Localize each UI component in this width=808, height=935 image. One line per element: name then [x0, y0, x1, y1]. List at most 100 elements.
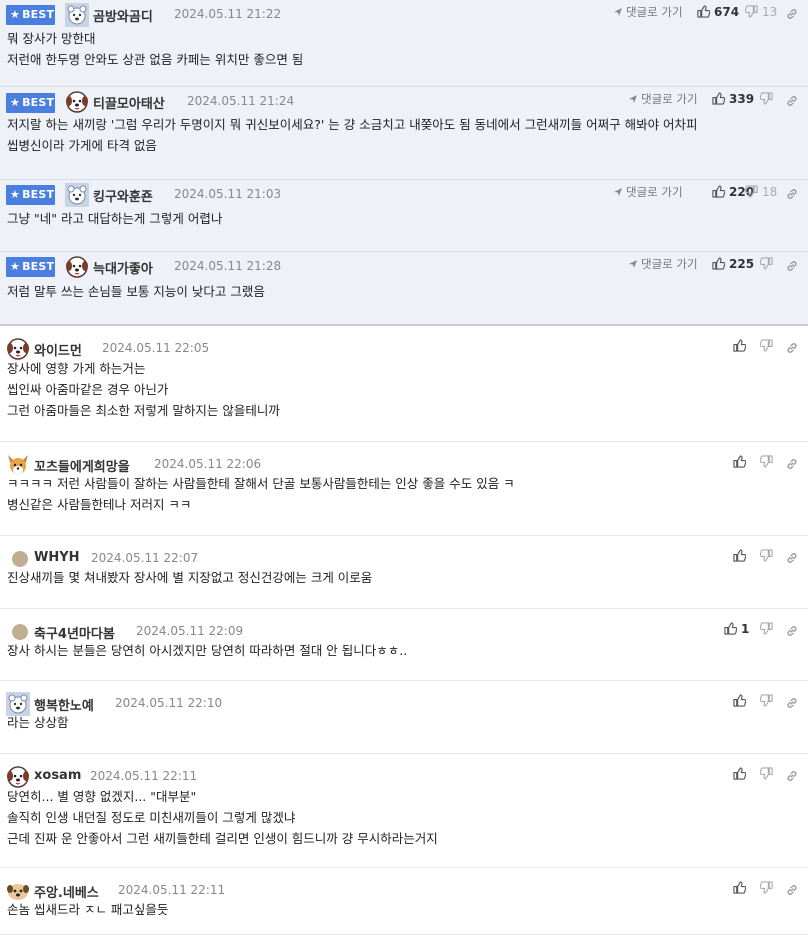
downvote-button[interactable] [759, 767, 773, 781]
comment-line: 손놈 씹새드라 ㅈㄴ 패고싶을듯 [7, 902, 169, 917]
comment-date: 2024.05.11 21:22 [174, 7, 282, 21]
comment-body: 라는 상상함 [7, 712, 68, 733]
comment-date: 2024.05.11 21:03 [174, 187, 282, 201]
comment-line: 그냥 "네" 라고 대답하는게 그렇게 어렵나 [7, 211, 223, 226]
link-icon[interactable] [785, 258, 799, 272]
best-badge: ★ BEST [6, 93, 55, 113]
upvote-button[interactable]: 225 [712, 257, 754, 271]
comment-line: 저럼 말투 쓰는 손님들 보통 지능이 낮다고 그랬음 [7, 284, 265, 299]
reply-link[interactable]: 댓글로 가기 [628, 256, 698, 272]
bear-avatar[interactable] [65, 3, 89, 27]
comment-line: 저지랄 하는 새끼랑 '그럼 우리가 두명이지 뭐 귀신보이세요?' 는 걍 소… [7, 117, 698, 132]
downvote-button[interactable] [759, 549, 773, 563]
downvote-button[interactable] [759, 339, 773, 353]
downvote-button[interactable]: 18 [744, 185, 778, 199]
upvote-button[interactable] [733, 694, 750, 708]
author-nickname[interactable]: 늑대가좋아 [93, 258, 153, 277]
comment-body: 진상새끼들 몇 쳐내봤자 장사에 별 지장없고 정신건강에는 크게 이로움 [7, 567, 372, 588]
comment: 와이드먼 2024.05.11 22:05 장사에 영향 가게 하는거는씹인싸 아줌… [0, 326, 808, 442]
dog-avatar[interactable] [65, 90, 89, 114]
comment: 행복한노예 2024.05.11 22:10 라는 상상함 [0, 681, 808, 754]
comment-date: 2024.05.11 22:09 [136, 624, 244, 638]
best-badge: ★ BEST [6, 5, 55, 25]
comment-body: 당연히... 별 영향 없겠지... "대부분" 솔직히 인생 내던질 정도로 미… [7, 786, 438, 849]
star-icon: ★ [10, 96, 21, 109]
downvote-button[interactable] [759, 881, 773, 895]
comment: 꼬츠들에게희망을 2024.05.11 22:06 ㅋㅋㅋㅋ 저런 사람들이 잘하는… [0, 442, 808, 536]
downvote-button[interactable] [759, 622, 773, 636]
comment-line: 씹병신이라 가게에 타격 없음 [7, 138, 157, 153]
upvote-count: 339 [729, 92, 755, 106]
star-icon: ★ [10, 8, 21, 21]
upvote-button[interactable] [733, 881, 750, 895]
downvote-button[interactable] [759, 694, 773, 708]
upvote-count: 1 [741, 622, 750, 636]
author-nickname[interactable]: 와이드먼 [34, 340, 82, 359]
comment-line: 장사에 영향 가게 하는거는 [7, 361, 146, 376]
star-icon: ★ [10, 188, 21, 201]
comment-body: 장사에 영향 가게 하는거는 씹인싸 아줌마같은 경우 아닌가 그런 아줌마들은 최… [7, 358, 280, 421]
dog-avatar[interactable] [65, 255, 89, 279]
comment-date: 2024.05.11 22:06 [154, 457, 262, 471]
link-icon[interactable] [785, 93, 799, 107]
author-nickname[interactable]: WHYH [34, 550, 80, 565]
comment-line: 저런애 한두명 안와도 상관 없음 카페는 위치만 좋으면 됨 [7, 52, 304, 67]
reply-link[interactable]: 댓글로 가기 [613, 4, 683, 20]
comment-date: 2024.05.11 22:07 [91, 551, 199, 565]
upvote-count: 674 [714, 5, 740, 19]
star-icon: ★ [10, 260, 21, 273]
link-icon[interactable] [785, 6, 799, 20]
best-badge: ★ BEST [6, 185, 55, 205]
upvote-button[interactable] [733, 767, 750, 781]
comment-body: ㅋㅋㅋㅋ 저런 사람들이 잘하는 사람들한테 잘해서 단골 보통사람들한테는 인… [7, 473, 515, 515]
comment-body: 손놈 씹새드라 ㅈㄴ 패고싶을듯 [7, 899, 168, 920]
downvote-button[interactable] [759, 455, 773, 469]
link-icon[interactable] [785, 456, 799, 470]
downvote-count: 18 [762, 185, 778, 199]
author-nickname[interactable]: 킹구와훈죤 [93, 186, 153, 205]
link-icon[interactable] [785, 623, 799, 637]
comment-line: 장사 하시는 분들은 당연히 아시겠지만 당연히 따라하면 절대 안 됩니다ㅎㅎ… [7, 643, 408, 658]
comment-date: 2024.05.11 22:05 [102, 341, 210, 355]
author-nickname[interactable]: 곰방와곰디 [93, 6, 153, 25]
comment: xosam 2024.05.11 22:11 당연히... 별 영향 없겠지... … [0, 754, 808, 868]
downvote-button[interactable] [759, 257, 777, 271]
comment-body: 장사 하시는 분들은 당연히 아시겠지만 당연히 따라하면 절대 안 됩니다ㅎㅎ… [7, 640, 407, 661]
comment-line: 근데 진짜 운 안좋아서 그런 새끼들한테 걸리면 인생이 힘드니까 걍 무시하… [7, 831, 438, 846]
comment-line: 라는 상상함 [7, 715, 69, 730]
best-badge: ★ BEST [6, 257, 55, 277]
comment-date: 2024.05.11 22:11 [118, 883, 226, 897]
upvote-button[interactable] [733, 455, 750, 469]
comment-body: 저지랄 하는 새끼랑 '그럼 우리가 두명이지 뭐 귀신보이세요?' 는 걍 소… [7, 114, 698, 156]
link-icon[interactable] [785, 768, 799, 782]
comment-date: 2024.05.11 21:24 [187, 94, 295, 108]
link-icon[interactable] [785, 550, 799, 564]
best-comment: ★ BEST 곰방와곰디 2024.05.11 21:22 댓글로 가기 674 13 뭐 장… [0, 0, 808, 87]
comment-line: ㅋㅋㅋㅋ 저런 사람들이 잘하는 사람들한테 잘해서 단골 보통사람들한테는 인… [7, 476, 515, 491]
link-icon[interactable] [785, 186, 799, 200]
comment-line: 당연히... 별 영향 없겠지... "대부분" [7, 789, 197, 804]
upvote-button[interactable] [733, 339, 750, 353]
comment-body: 그냥 "네" 라고 대답하는게 그렇게 어렵나 [7, 208, 222, 229]
link-icon[interactable] [785, 695, 799, 709]
upvote-button[interactable]: 674 [697, 5, 739, 19]
link-icon[interactable] [785, 882, 799, 896]
comment: 주앙.네베스 2024.05.11 22:11 손놈 씹새드라 ㅈㄴ 패고싶을듯 [0, 868, 808, 935]
comment-body: 뭐 장사가 망한대 저런애 한두명 안와도 상관 없음 카페는 위치만 좋으면 됨 [7, 28, 303, 70]
reply-link[interactable]: 댓글로 가기 [613, 184, 683, 200]
comment-date: 2024.05.11 22:10 [115, 696, 223, 710]
downvote-count: 13 [762, 5, 778, 19]
upvote-button[interactable]: 1 [724, 622, 749, 636]
link-icon[interactable] [785, 340, 799, 354]
author-nickname[interactable]: xosam [34, 768, 81, 783]
downvote-button[interactable]: 13 [744, 5, 778, 19]
reply-link[interactable]: 댓글로 가기 [628, 91, 698, 107]
best-comment: ★ BEST 늑대가좋아 2024.05.11 21:28 댓글로 가기 225 저럼 말투… [0, 252, 808, 326]
comment-date: 2024.05.11 21:28 [174, 259, 282, 273]
bear-avatar[interactable] [65, 183, 89, 207]
author-nickname[interactable]: 티끌모아태산 [93, 93, 165, 112]
downvote-button[interactable] [759, 92, 777, 106]
upvote-button[interactable]: 339 [712, 92, 754, 106]
upvote-button[interactable] [733, 549, 750, 563]
comment-line: 씹인싸 아줌마같은 경우 아닌가 [7, 382, 169, 397]
